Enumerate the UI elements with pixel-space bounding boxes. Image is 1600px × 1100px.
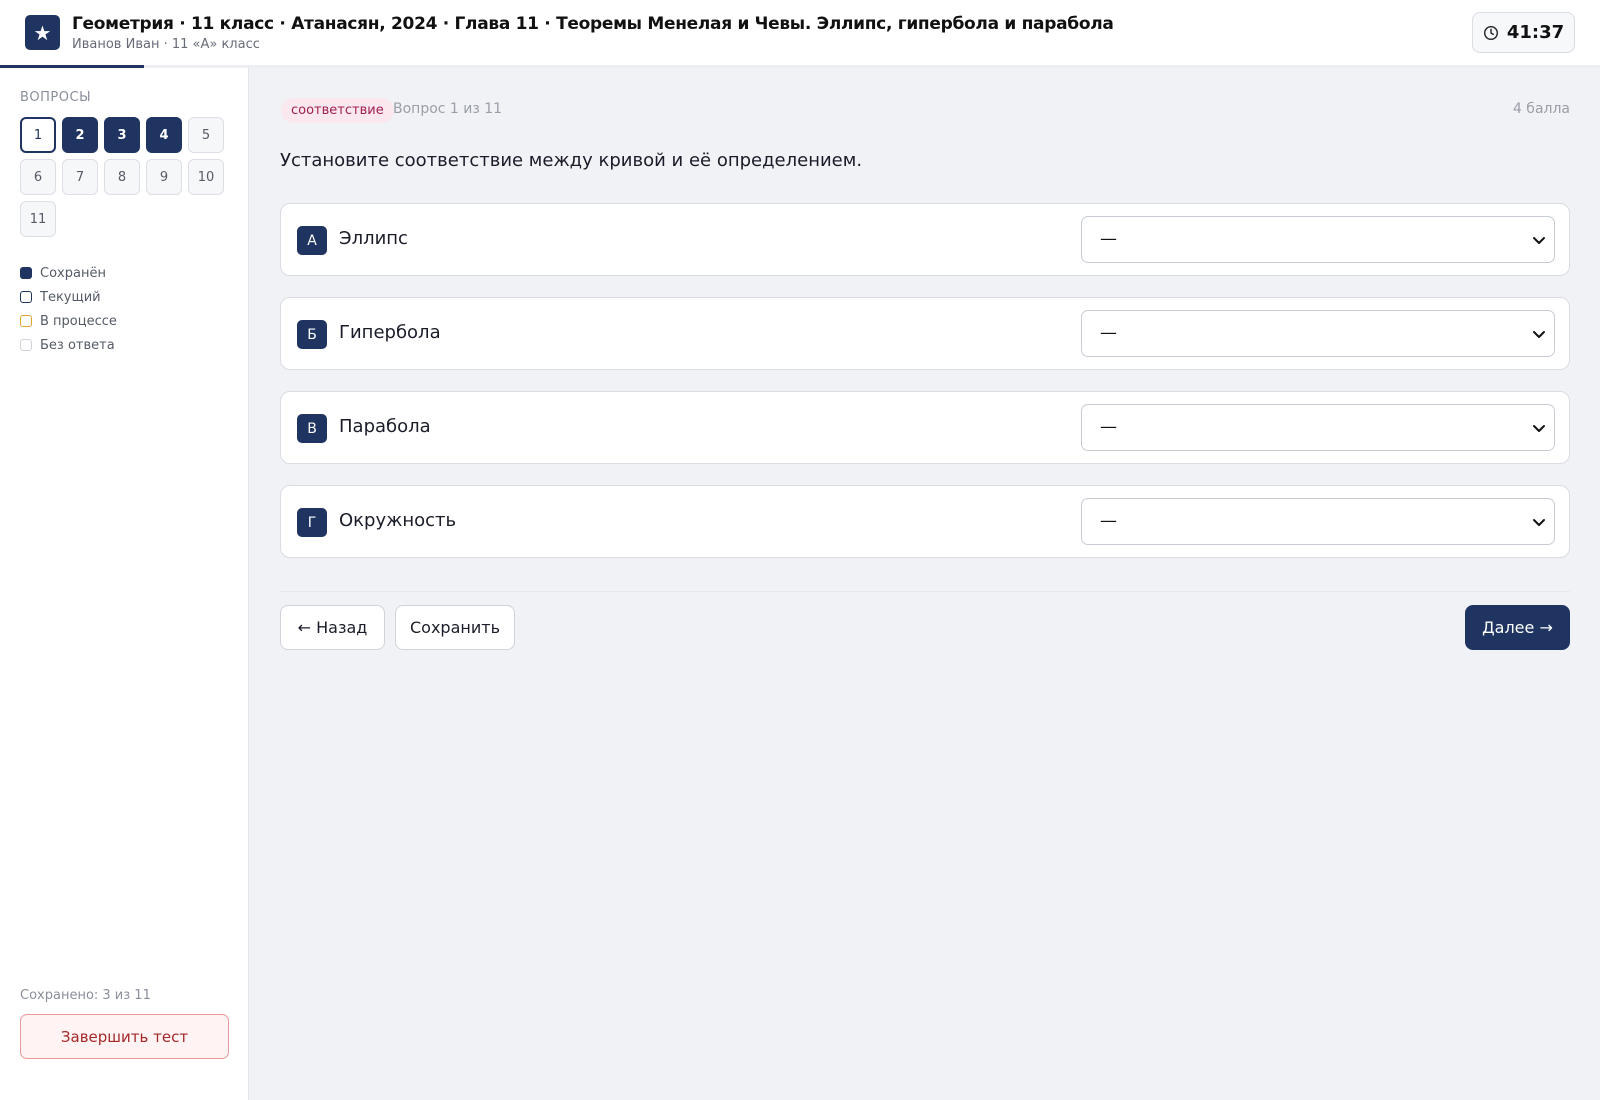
status-legend: Сохранён Текущий В процессе Без ответа — [20, 261, 117, 357]
question-type-badge: соответствие — [281, 98, 394, 123]
question-button-3[interactable]: 3 — [104, 117, 140, 153]
chevron-down-icon — [1533, 425, 1545, 432]
definition-select[interactable]: — — [1081, 498, 1555, 545]
row-term: Окружность — [339, 510, 457, 531]
question-sidebar: ВОПРОСЫ 1 2 3 4 5 6 7 8 9 10 11 Сохранён… — [0, 68, 249, 1100]
match-row: А Эллипс — — [280, 203, 1570, 276]
select-value: — — [1100, 229, 1117, 249]
match-row: Г Окружность — — [280, 485, 1570, 558]
definition-select[interactable]: — — [1081, 404, 1555, 451]
legend-current: Текущий — [20, 285, 117, 309]
finish-test-button[interactable]: Завершить тест — [20, 1014, 229, 1059]
questions-label: ВОПРОСЫ — [20, 90, 92, 105]
chevron-down-icon — [1533, 331, 1545, 338]
back-button[interactable]: ← Назад — [280, 605, 385, 650]
question-number: Вопрос 1 из 11 — [393, 101, 503, 117]
question-points: 4 балла — [1512, 101, 1570, 117]
saved-count: Сохранено: 3 из 11 — [20, 988, 151, 1003]
row-letter: Г — [297, 508, 327, 537]
row-term: Гипербола — [339, 322, 441, 343]
question-button-1[interactable]: 1 — [20, 117, 56, 153]
select-value: — — [1100, 511, 1117, 531]
row-letter: В — [297, 414, 327, 443]
definition-select[interactable]: — — [1081, 216, 1555, 263]
question-button-9[interactable]: 9 — [146, 159, 182, 195]
in-progress-swatch — [20, 315, 32, 327]
select-value: — — [1100, 323, 1117, 343]
question-button-2[interactable]: 2 — [62, 117, 98, 153]
page-title: Геометрия · 11 класс · Атанасян, 2024 · … — [72, 14, 1114, 34]
row-letter: А — [297, 226, 327, 255]
question-button-7[interactable]: 7 — [62, 159, 98, 195]
legend-current-label: Текущий — [40, 289, 101, 305]
question-button-6[interactable]: 6 — [20, 159, 56, 195]
legend-saved-label: Сохранён — [40, 265, 106, 281]
no-answer-swatch — [20, 339, 32, 351]
clock-icon — [1483, 25, 1498, 40]
timer: 41:37 — [1472, 12, 1575, 53]
question-button-4[interactable]: 4 — [146, 117, 182, 153]
legend-no-answer-label: Без ответа — [40, 337, 115, 353]
question-button-11[interactable]: 11 — [20, 201, 56, 237]
next-button[interactable]: Далее → — [1465, 605, 1570, 650]
question-button-10[interactable]: 10 — [188, 159, 224, 195]
chevron-down-icon — [1533, 237, 1545, 244]
divider — [280, 591, 1570, 592]
legend-no-answer: Без ответа — [20, 333, 117, 357]
saved-swatch — [20, 267, 32, 279]
legend-saved: Сохранён — [20, 261, 117, 285]
row-term: Эллипс — [339, 228, 408, 249]
question-button-5[interactable]: 5 — [188, 117, 224, 153]
legend-in-progress-label: В процессе — [40, 313, 117, 329]
row-letter: Б — [297, 320, 327, 349]
question-text: Установите соответствие между кривой и е… — [280, 150, 863, 171]
timer-value: 41:37 — [1506, 22, 1565, 43]
select-value: — — [1100, 417, 1117, 437]
legend-in-progress: В процессе — [20, 309, 117, 333]
definition-select[interactable]: — — [1081, 310, 1555, 357]
top-bar: ★ Геометрия · 11 класс · Атанасян, 2024 … — [0, 0, 1600, 68]
star-icon: ★ — [25, 15, 60, 50]
save-button[interactable]: Сохранить — [395, 605, 515, 650]
current-swatch — [20, 291, 32, 303]
row-term: Парабола — [339, 416, 431, 437]
question-button-8[interactable]: 8 — [104, 159, 140, 195]
match-row: В Парабола — — [280, 391, 1570, 464]
chevron-down-icon — [1533, 519, 1545, 526]
match-row: Б Гипербола — — [280, 297, 1570, 370]
student-info: Иванов Иван · 11 «А» класс — [72, 37, 260, 52]
